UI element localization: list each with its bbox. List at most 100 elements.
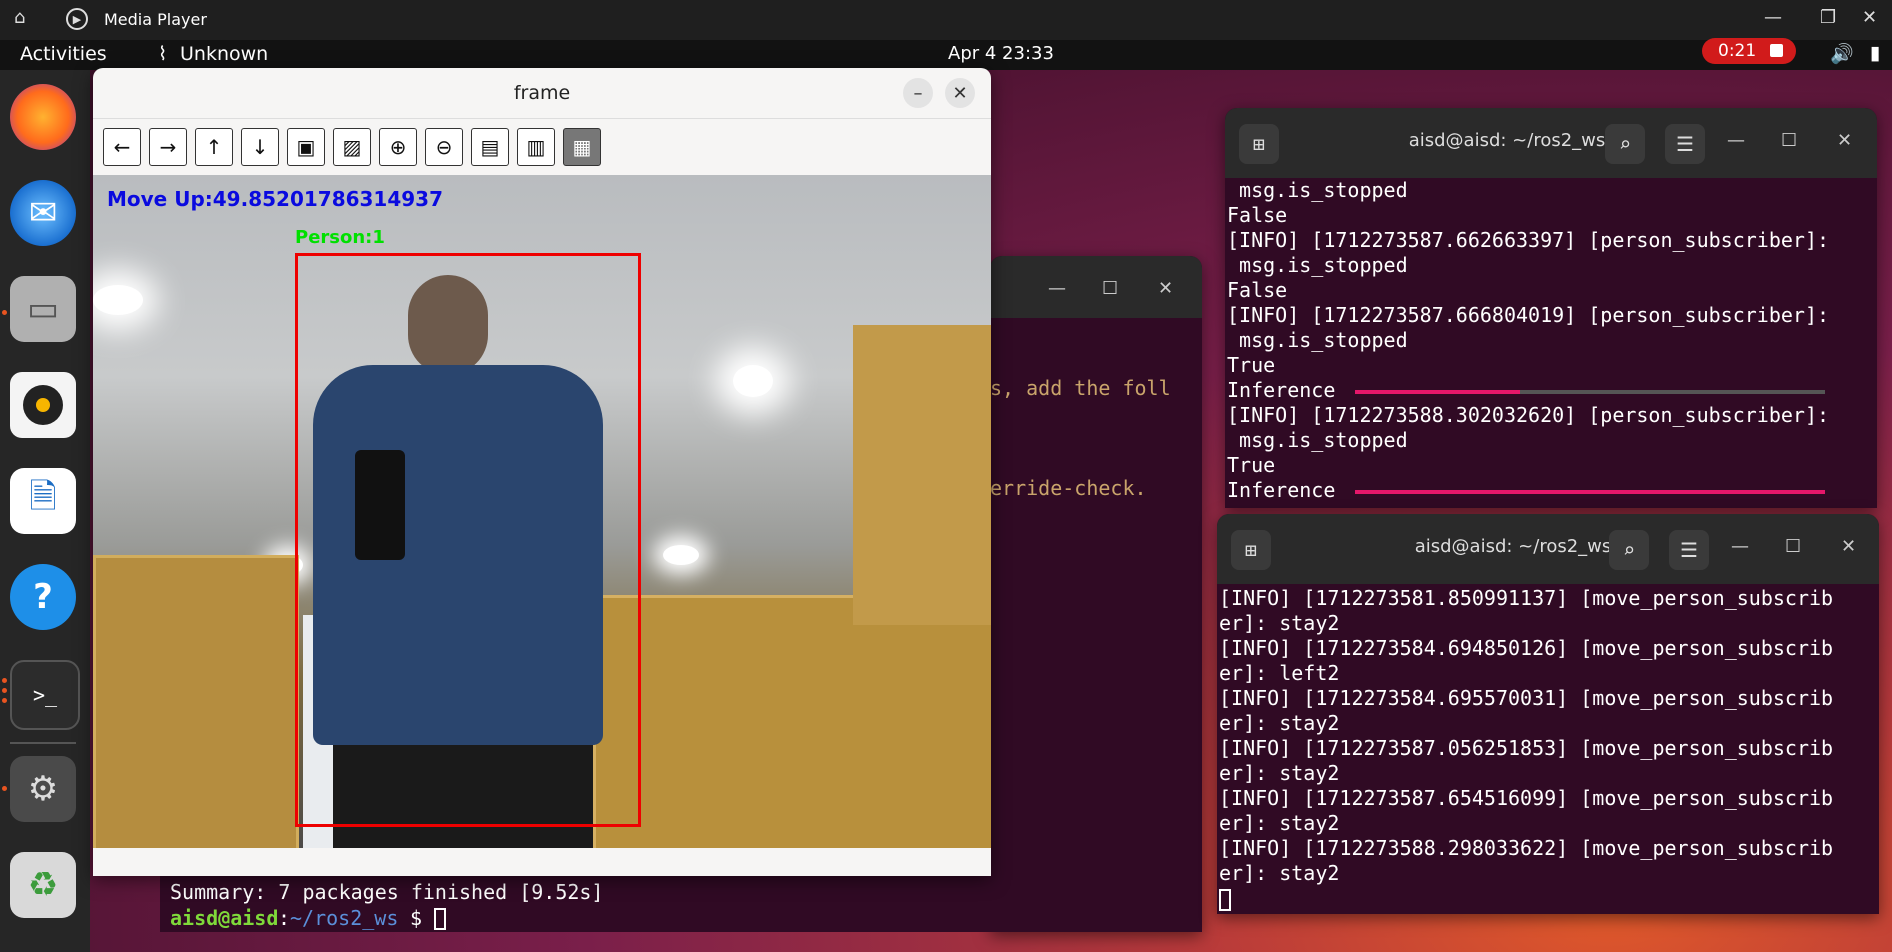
progress-track (1355, 390, 1825, 394)
battery-icon[interactable]: ▮ (1870, 42, 1880, 64)
recording-indicator[interactable]: 0:21 (1702, 38, 1796, 64)
files-icon[interactable]: ▭ (10, 276, 76, 342)
terminal-window-1[interactable]: ⊞ aisd@aisd: ~/ros2_ws ⌕ ☰ — ☐ ✕ msg.is_… (1225, 108, 1877, 508)
close-button[interactable]: ✕ (945, 78, 975, 108)
gnome-top-bar: Activities ⌇ Unknown Apr 4 23:33 🔊 ▮ (0, 40, 1892, 70)
save-icon[interactable]: ▤ (471, 128, 509, 166)
close-icon[interactable]: ✕ (1158, 278, 1173, 299)
record-time: 0:21 (1718, 41, 1757, 61)
zoom-out-icon[interactable]: ⊖ (425, 128, 463, 166)
terminal-line: [INFO] [1712273587.662663397] [person_su… (1227, 228, 1830, 252)
search-icon[interactable]: ⌕ (1605, 124, 1645, 164)
terminal-line: False (1227, 278, 1288, 302)
minimize-icon[interactable]: — (1727, 130, 1745, 151)
rhythmbox-icon[interactable] (10, 372, 76, 438)
close-icon[interactable]: ✕ (1841, 536, 1856, 557)
running-indicator (2, 688, 7, 693)
play-icon: ▶ (66, 8, 88, 30)
terminal-text: s, add the foll (990, 376, 1171, 400)
terminal-line: er]: stay2 (1219, 861, 1340, 885)
minimize-icon[interactable]: — (1731, 536, 1749, 557)
move-overlay: Move Up:49.85201786314937 (107, 187, 444, 211)
help-icon[interactable]: ? (10, 564, 76, 630)
cursor (434, 908, 446, 930)
terminal-output: [INFO] [1712273581.850991137] [move_pers… (1219, 586, 1879, 914)
terminal-icon[interactable]: >_ (10, 660, 80, 730)
terminal-line: [INFO] [1712273581.850991137] [move_pers… (1219, 586, 1834, 610)
clock[interactable]: Apr 4 23:33 (948, 43, 1054, 64)
ceiling-light (93, 285, 143, 315)
stop-record-icon[interactable] (1770, 44, 1783, 57)
progress-track (1355, 490, 1825, 494)
progress-fill (1355, 390, 1520, 394)
brush-icon[interactable]: ▦ (563, 128, 601, 166)
cabinet (593, 595, 991, 848)
menu-icon[interactable]: ☰ (1665, 124, 1705, 164)
terminal-line: [INFO] [1712273584.694850126] [move_pers… (1219, 636, 1834, 660)
close-icon[interactable]: ✕ (1837, 130, 1852, 151)
maximize-icon[interactable]: ☐ (1781, 130, 1797, 151)
terminal-output: msg.is_stopped False [INFO] [1712273587.… (1227, 178, 1877, 508)
image-icon[interactable]: ▣ (287, 128, 325, 166)
arrow-right-icon[interactable]: → (149, 128, 187, 166)
window-title: frame (513, 82, 571, 104)
activities-button[interactable]: Activities (20, 43, 107, 65)
maximize-icon[interactable]: ☐ (1102, 278, 1118, 299)
ceiling-light (733, 365, 773, 397)
terminal-line: msg.is_stopped (1227, 253, 1408, 277)
arrow-down-icon[interactable]: ↓ (241, 128, 279, 166)
zoom-in-icon[interactable]: ⊕ (379, 128, 417, 166)
terminal-line: Inference (1227, 478, 1336, 502)
terminal-line: er]: stay2 (1219, 711, 1340, 735)
terminal-line: True (1227, 353, 1276, 377)
terminal-line: [INFO] [1712273588.302032620] [person_su… (1227, 403, 1830, 427)
minimize-icon[interactable]: — (1048, 278, 1066, 299)
minimize-icon[interactable]: — (1764, 7, 1782, 28)
restore-icon[interactable]: ❐ (1820, 7, 1836, 28)
thunderbird-icon[interactable]: ✉ (10, 180, 76, 246)
prompt-dollar: $ (410, 906, 423, 930)
volume-icon[interactable]: 🔊 (1830, 42, 1854, 65)
detection-box (295, 253, 641, 827)
settings-icon[interactable]: ⚙ (10, 756, 76, 822)
arrow-left-icon[interactable]: ← (103, 128, 141, 166)
ceiling-light (663, 545, 699, 565)
frame-window[interactable]: frame – ✕ ← → ↑ ↓ ▣ ▨ ⊕ ⊖ ▤ ▥ ▦ Move Up:… (93, 68, 991, 876)
network-icon[interactable]: ⌇ (158, 43, 167, 65)
dock-separator (10, 742, 76, 744)
prompt-path: ~/ros2_ws (290, 906, 399, 930)
menu-icon[interactable]: ☰ (1669, 530, 1709, 570)
image-edit-icon[interactable]: ▨ (333, 128, 371, 166)
host-title-bar: ⌂ ▶ Media Player — ❐ ✕ (0, 0, 1892, 40)
arrow-up-icon[interactable]: ↑ (195, 128, 233, 166)
trash-icon[interactable]: ♻ (10, 852, 76, 918)
firefox-icon[interactable] (10, 84, 76, 150)
background-terminal[interactable]: — ☐ ✕ s, add the foll erride-check. (990, 256, 1202, 932)
new-tab-icon[interactable]: ⊞ (1231, 530, 1271, 570)
search-icon[interactable]: ⌕ (1609, 530, 1649, 570)
maximize-icon[interactable]: ☐ (1785, 536, 1801, 557)
background-terminal-bottom[interactable]: Summary: 7 packages finished [9.52s] ais… (160, 876, 1002, 932)
cursor (1219, 889, 1231, 911)
terminal-line: msg.is_stopped (1227, 328, 1408, 352)
progress-fill (1355, 490, 1825, 494)
dock: ✉ ▭ 🗎 ? >_ ⚙ ♻ (0, 70, 90, 952)
terminal-line: er]: stay2 (1219, 761, 1340, 785)
cabinet (93, 555, 299, 848)
terminal-line: er]: left2 (1219, 661, 1340, 685)
summary-line: Summary: 7 packages finished [9.52s] (170, 880, 604, 904)
close-icon[interactable]: ✕ (1862, 7, 1877, 28)
new-tab-icon[interactable]: ⊞ (1239, 124, 1279, 164)
writer-icon[interactable]: 🗎 (10, 468, 76, 534)
running-indicator (2, 698, 7, 703)
home-icon[interactable]: ⌂ (14, 7, 25, 28)
cabinet (853, 325, 991, 625)
network-label[interactable]: Unknown (180, 43, 268, 65)
prompt-user: aisd@aisd (170, 906, 279, 930)
terminal-window-2[interactable]: ⊞ aisd@aisd: ~/ros2_ws ⌕ ☰ — ☐ ✕ [INFO] … (1217, 514, 1879, 914)
prompt-sep: : (278, 906, 291, 930)
clipboard-icon[interactable]: ▥ (517, 128, 555, 166)
terminal-line: msg.is_stopped (1227, 428, 1408, 452)
terminal-line: [INFO] [1712273587.056251853] [move_pers… (1219, 736, 1834, 760)
minimize-button[interactable]: – (903, 78, 933, 108)
